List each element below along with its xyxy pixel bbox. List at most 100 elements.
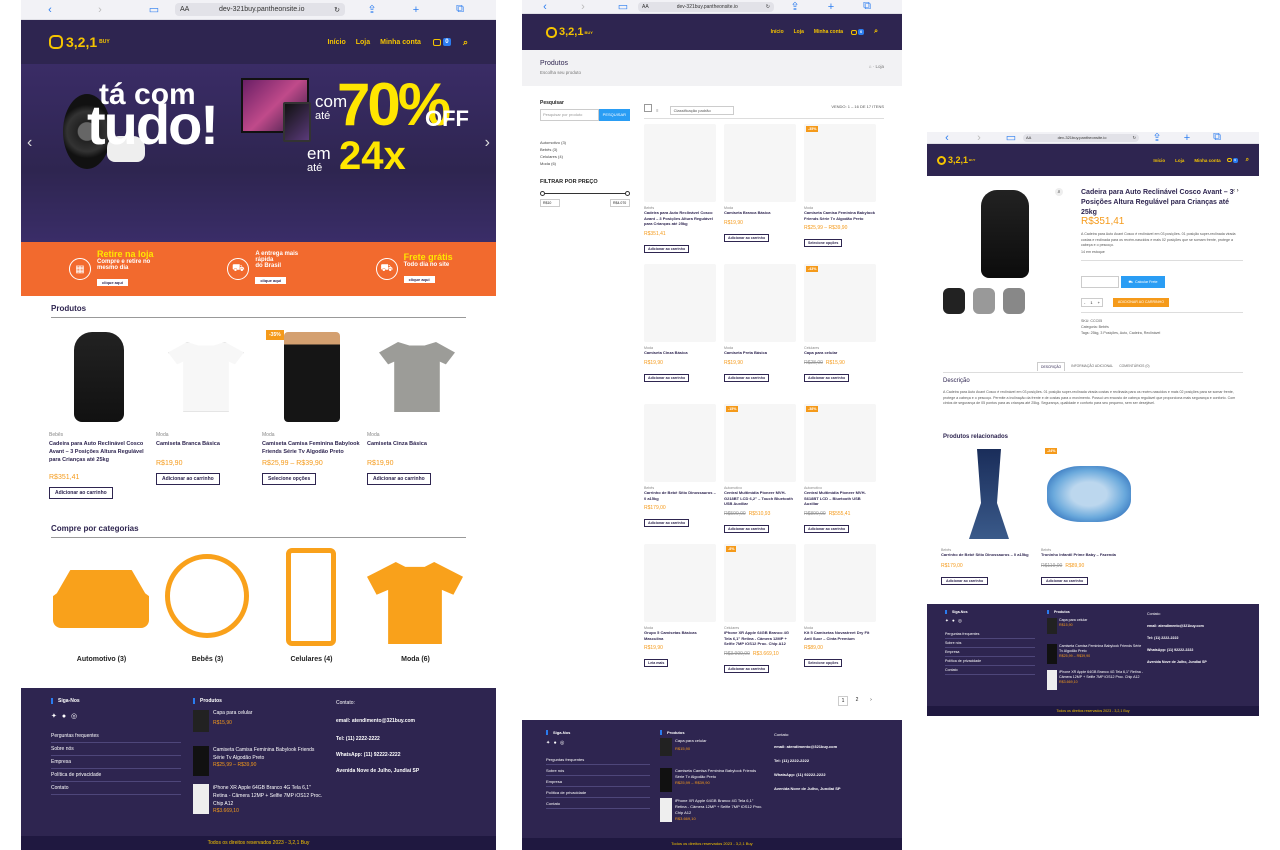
product-card[interactable]: Moda Kit 5 Camisetas Novastreet Dry Fit A… bbox=[804, 544, 876, 669]
product-card[interactable]: Bebês Cadeira para Auto Reclinável Cosco… bbox=[49, 326, 149, 499]
footer-product[interactable]: Capa para celular R$15,90 bbox=[1047, 618, 1143, 634]
footer-link[interactable]: Contato bbox=[51, 782, 181, 795]
footer-link[interactable]: Perguntas frequentes bbox=[546, 754, 650, 765]
product-card[interactable]: Moda Camiseta Branca Básica R$19,90 Adic… bbox=[156, 326, 256, 485]
new-tab-icon[interactable]: + bbox=[826, 1, 836, 13]
footer-link[interactable]: Perguntas frequentes bbox=[51, 730, 181, 743]
plus-icon[interactable]: + bbox=[1098, 300, 1100, 305]
tab-comentarios[interactable]: COMENTÁRIOS (0) bbox=[1119, 362, 1149, 371]
hero-banner[interactable]: ‹ › tá com tudo! com até 70% OFF em até … bbox=[21, 64, 496, 242]
facebook-icon[interactable]: ● bbox=[554, 740, 557, 746]
next-product-icon[interactable]: › bbox=[1237, 188, 1239, 194]
tab-descricao[interactable]: DESCRIÇÃO bbox=[1037, 362, 1066, 371]
facebook-icon[interactable]: ● bbox=[952, 618, 955, 623]
product-name[interactable]: iPhone XR Apple 64GB Branco 4G Tela 6,1"… bbox=[724, 630, 796, 647]
footer-link[interactable]: Perguntas frequentes bbox=[945, 630, 1035, 639]
nav-minha-conta[interactable]: Minha conta bbox=[380, 39, 421, 46]
add-to-cart-button[interactable]: Adicionar ao carrinho bbox=[941, 577, 989, 585]
cart-icon[interactable] bbox=[432, 38, 441, 46]
back-icon[interactable]: ‹ bbox=[43, 4, 57, 16]
tabs-icon[interactable]: ⧉ bbox=[1213, 132, 1221, 144]
add-to-cart-button[interactable]: Adicionar ao carrinho bbox=[644, 244, 690, 253]
add-to-cart-button[interactable]: Adicionar ao carrinho bbox=[724, 233, 770, 242]
page-2[interactable]: 2 bbox=[852, 696, 862, 706]
add-to-cart-button[interactable]: Adicionar ao carrinho bbox=[1041, 577, 1089, 585]
grid-view-icon[interactable] bbox=[644, 104, 652, 112]
calc-shipping-button[interactable]: ⛟ Calcular Frete bbox=[1121, 276, 1165, 288]
product-card[interactable]: Moda Camiseta Preta Básica R$19,90 Adiciona… bbox=[724, 264, 796, 384]
tabs-icon[interactable]: ⧉ bbox=[862, 0, 872, 13]
footer-product[interactable]: Capa para celular R$15,90 bbox=[660, 738, 764, 756]
product-name[interactable]: Camiseta Camisa Feminina Babylook Friend… bbox=[262, 440, 362, 456]
footer-product[interactable]: iPhone XR Apple 64GB Branco 4G Tela 6,1"… bbox=[660, 798, 764, 822]
share-icon[interactable]: ⇪ bbox=[1152, 132, 1161, 144]
product-name[interactable]: Camiseta Branca Básica bbox=[724, 210, 796, 216]
back-icon[interactable]: ‹ bbox=[943, 132, 951, 144]
price-slider[interactable] bbox=[540, 191, 630, 197]
back-icon[interactable]: ‹ bbox=[540, 1, 550, 13]
facebook-icon[interactable]: ● bbox=[62, 713, 66, 720]
add-to-cart-button[interactable]: Adicionar ao carrinho bbox=[644, 519, 690, 527]
product-card[interactable]: Moda Camiseta Cinza Básica R$19,90 Adiciona… bbox=[644, 264, 716, 384]
reload-icon[interactable]: ↻ bbox=[766, 4, 770, 10]
book-icon[interactable]: ▭ bbox=[147, 3, 161, 16]
search-icon[interactable]: ⌕ bbox=[874, 28, 878, 36]
site-logo[interactable]: 3,2,1 BUY bbox=[49, 34, 110, 50]
share-icon[interactable]: ⇪ bbox=[790, 0, 800, 13]
add-to-cart-button[interactable]: Leia mais bbox=[644, 659, 669, 667]
min-price-input[interactable]: R$10 bbox=[540, 199, 560, 207]
footer-email[interactable]: email: atendimento@321buy.com bbox=[774, 744, 837, 749]
address-bar[interactable]: AA dev-321buy.pantheonsite.io ↻ bbox=[638, 1, 774, 12]
search-button[interactable]: PESQUISAR bbox=[598, 109, 630, 121]
product-main-image[interactable]: ⌕ bbox=[943, 186, 1067, 282]
footer-link[interactable]: Empresa bbox=[546, 776, 650, 787]
next-page-icon[interactable]: › bbox=[866, 696, 876, 706]
search-input[interactable]: Pesquisar por produto bbox=[540, 109, 599, 121]
footer-product[interactable]: iPhone XR Apple 64GB Branco 4G Tela 6,1"… bbox=[1047, 670, 1143, 690]
footer-email[interactable]: email: atendimento@321buy.com bbox=[336, 718, 415, 724]
add-to-cart-button[interactable]: Adicionar ao carrinho bbox=[724, 664, 770, 673]
add-to-cart-button[interactable]: Adicionar ao carrinho bbox=[804, 524, 850, 533]
prev-product-icon[interactable]: ‹ bbox=[1233, 188, 1235, 194]
nav-inicio[interactable]: Início bbox=[1153, 158, 1165, 163]
footer-link[interactable]: Sobre nós bbox=[51, 743, 181, 756]
footer-link[interactable]: Sobre nós bbox=[945, 639, 1035, 648]
twitter-icon[interactable]: ✦ bbox=[945, 618, 949, 623]
related-card[interactable]: Bebês Carrinho de Bebê Sítio Dinossauros… bbox=[941, 444, 1037, 587]
product-card[interactable]: -15% Automotivo Central Multimídia Pioneer… bbox=[724, 404, 796, 535]
shipping-input[interactable] bbox=[1081, 276, 1119, 288]
product-name[interactable]: Troninho Infantil Prime Baby – Fazenda bbox=[1041, 552, 1137, 557]
product-name[interactable]: Grupo 5 Camisetas Básicas Masculina bbox=[644, 630, 716, 641]
site-logo[interactable]: 3,2,1 BUY bbox=[937, 155, 975, 165]
add-to-cart-button[interactable]: ADICIONAR AO CARRINHO bbox=[1113, 298, 1169, 307]
add-to-cart-button[interactable]: Adicionar ao carrinho bbox=[724, 524, 770, 533]
zoom-icon[interactable]: ⌕ bbox=[1055, 188, 1063, 196]
product-name[interactable]: Central Multimídia Pioneer MVH-S618BT LC… bbox=[804, 490, 876, 507]
nav-loja[interactable]: Loja bbox=[794, 29, 804, 35]
thumbnail[interactable] bbox=[943, 288, 965, 314]
add-to-cart-button[interactable]: Selecione opções bbox=[804, 239, 843, 247]
nav-minha-conta[interactable]: Minha conta bbox=[814, 29, 843, 35]
reload-icon[interactable]: ↻ bbox=[334, 6, 340, 14]
product-card[interactable]: -8% Celulares iPhone XR Apple 64GB Branco … bbox=[724, 544, 796, 675]
tab-info[interactable]: INFORMAÇÃO ADICIONAL bbox=[1071, 362, 1113, 371]
related-card[interactable]: -24% Bebês Troninho Infantil Prime Baby … bbox=[1041, 444, 1137, 587]
twitter-icon[interactable]: ✦ bbox=[51, 713, 57, 720]
list-view-icon[interactable]: ≡ bbox=[656, 108, 658, 113]
share-icon[interactable]: ⇪ bbox=[365, 3, 379, 16]
product-card[interactable]: -43% Celulares Capa para celular R$28,00 R$1… bbox=[804, 264, 876, 384]
product-name[interactable]: Cadeira para Auto Reclinável Cosco Avant… bbox=[644, 210, 716, 227]
prev-arrow-icon[interactable]: ‹ bbox=[27, 134, 32, 152]
reload-icon[interactable]: ↻ bbox=[1133, 135, 1136, 140]
footer-link[interactable]: Sobre nós bbox=[546, 765, 650, 776]
instagram-icon[interactable]: ◎ bbox=[958, 618, 962, 623]
quantity-stepper[interactable]: - 1 + bbox=[1081, 298, 1103, 307]
footer-link[interactable]: Empresa bbox=[51, 756, 181, 769]
footer-product[interactable]: Camiseta Camisa Feminina Babylook Friend… bbox=[1047, 644, 1143, 664]
nav-inicio[interactable]: Início bbox=[771, 29, 784, 35]
search-icon[interactable]: ⌕ bbox=[1246, 157, 1249, 164]
home-icon[interactable]: ⌂ bbox=[869, 64, 872, 69]
forward-icon[interactable]: › bbox=[578, 1, 588, 13]
category-automotivo[interactable]: Automotivo (3) bbox=[49, 548, 154, 668]
product-name[interactable]: Camiseta Cinza Básica bbox=[644, 350, 716, 356]
